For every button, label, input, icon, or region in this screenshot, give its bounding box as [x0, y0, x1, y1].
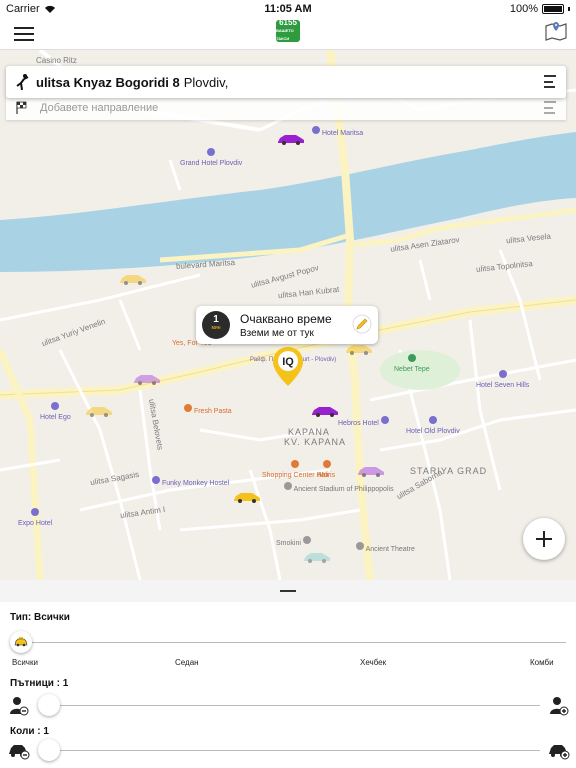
- passengers-label: Пътници : 1: [10, 678, 69, 689]
- taxi-car-teal-icon: [304, 553, 330, 563]
- battery-icon: [542, 4, 564, 14]
- plus-icon: [536, 531, 552, 547]
- taxi-car-yellow-icon: [234, 493, 260, 503]
- type-option-estate[interactable]: Комби: [530, 658, 554, 667]
- menu-icon[interactable]: [14, 26, 34, 41]
- car-max-icon: [549, 745, 570, 760]
- status-bar: Carrier 11:05 AM 100%: [0, 0, 576, 18]
- taxi-car-purple-icon: [134, 375, 160, 385]
- filter-panel: Тип: Всички Всички Седан Хечбек Комби Пъ…: [0, 580, 576, 768]
- map-poi: Moris: [318, 460, 335, 480]
- eta-bubble[interactable]: 1 мин Очаквано време Вземи ме от тук: [196, 306, 378, 344]
- district-label: KV. KAPANA: [284, 437, 347, 447]
- panel-drag-handle[interactable]: [0, 580, 576, 602]
- eta-title: Очаквано време: [240, 312, 332, 326]
- district-label: KAPANA: [288, 427, 330, 437]
- add-button[interactable]: [523, 518, 565, 560]
- pickup-street: ulitsa Knyaz Bogoridi 8: [36, 74, 180, 90]
- destination-list-icon[interactable]: [544, 101, 556, 114]
- taxi-car-purple-icon: [312, 407, 338, 417]
- taxi-car-purple-icon: [358, 467, 384, 477]
- svg-text:IQ: IQ: [282, 356, 294, 368]
- map-label: Casino Ritz: [36, 56, 77, 65]
- car-min-icon: [9, 745, 30, 760]
- pickup-person-icon: [16, 74, 29, 91]
- taxi-car-yellow-icon: [86, 407, 112, 417]
- passenger-max-icon: [550, 697, 569, 716]
- pickup-address-field[interactable]: ulitsa Knyaz Bogoridi 8 Plovdiv,: [6, 66, 566, 98]
- destination-field[interactable]: Добавете направление: [6, 96, 566, 120]
- passenger-min-icon: [10, 697, 29, 716]
- map-poi: Hebros Hotel: [338, 416, 389, 428]
- map-poi: Ancient Stadium of Philippopolis: [284, 482, 394, 494]
- pickup-pin-icon: IQ: [273, 347, 303, 386]
- pickup-list-icon[interactable]: [544, 75, 556, 88]
- app-logo: 6155 ВАШЕТО ТАКСИ: [276, 19, 300, 42]
- passengers-slider-track[interactable]: [44, 705, 540, 706]
- eta-subtitle: Вземи ме от тук: [240, 328, 314, 339]
- cars-slider-thumb[interactable]: [38, 739, 60, 761]
- type-label: Тип: Всички: [10, 612, 70, 623]
- map-poi: Hotel Seven Hills: [476, 370, 529, 390]
- type-slider-track[interactable]: [20, 642, 566, 643]
- eta-badge: 1 мин: [202, 311, 230, 339]
- map-poi: Expo Hotel: [18, 508, 52, 528]
- map-poi: Ancient Theatre: [356, 542, 415, 554]
- map-poi: Hotel Ego: [40, 402, 71, 422]
- district-label: STARIYA GRAD: [410, 466, 488, 476]
- cars-label: Коли : 1: [10, 726, 49, 737]
- taxi-car-purple-icon: [278, 135, 304, 145]
- map-poi: Fresh Pasta: [184, 404, 232, 416]
- destination-placeholder: Добавете направление: [40, 102, 159, 114]
- edit-pencil-icon[interactable]: [352, 314, 372, 334]
- taxi-car-yellow-icon: [120, 275, 146, 285]
- pickup-city: Plovdiv,: [183, 74, 229, 90]
- taxi-car-yellow-icon: [346, 345, 372, 355]
- type-option-all[interactable]: Всички: [12, 658, 38, 667]
- map-poi: Smokini: [276, 536, 311, 548]
- type-slider-thumb[interactable]: [10, 631, 32, 653]
- clock: 11:05 AM: [264, 3, 312, 15]
- passengers-slider-thumb[interactable]: [38, 694, 60, 716]
- finish-flag-icon: [16, 101, 27, 114]
- cars-slider-track[interactable]: [44, 750, 540, 751]
- map-location-icon[interactable]: [544, 18, 568, 42]
- type-option-hatchback[interactable]: Хечбек: [360, 658, 386, 667]
- map-poi: Hotel Maritsa: [312, 126, 363, 138]
- map-poi: Hotel Old Plovdiv: [406, 416, 460, 436]
- type-option-sedan[interactable]: Седан: [175, 658, 199, 667]
- map-poi: Nebet Tepe: [394, 354, 430, 374]
- top-nav-bar: 6155 ВАШЕТО ТАКСИ: [0, 18, 576, 50]
- map-poi: Funky Monkey Hostel: [152, 476, 229, 488]
- map-poi: Grand Hotel Plovdiv: [180, 148, 242, 168]
- taxi-icon: [14, 637, 28, 647]
